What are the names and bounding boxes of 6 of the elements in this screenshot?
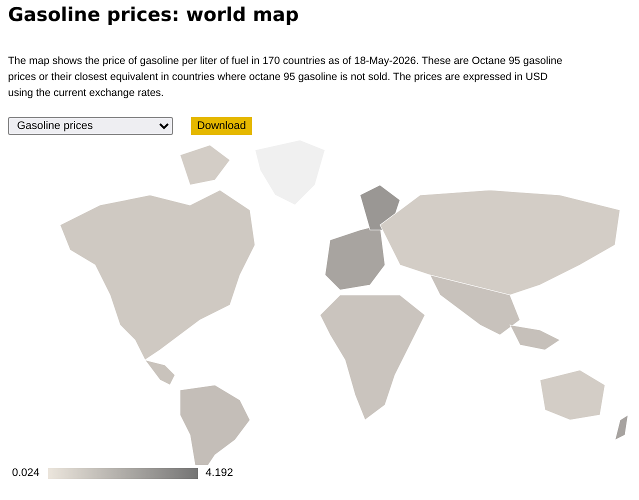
description-paragraph: The map shows the price of gasoline per liter of fuel in 170 countries as of 18-May-2026. These are Octane 95 gasoline prices or their closest equivalent in countries where octane 95 gasoline is not sold. The prices are expressed in USD using the current exchange rates. xyxy=(8,54,564,101)
legend-max-label: 4.192 xyxy=(206,466,234,481)
legend-min-label: 0.024 xyxy=(12,466,40,481)
page-title: Gasoline prices: world map xyxy=(8,4,299,27)
download-button[interactable]: Download xyxy=(191,117,252,135)
dataset-select[interactable]: Gasoline prices xyxy=(8,117,173,135)
